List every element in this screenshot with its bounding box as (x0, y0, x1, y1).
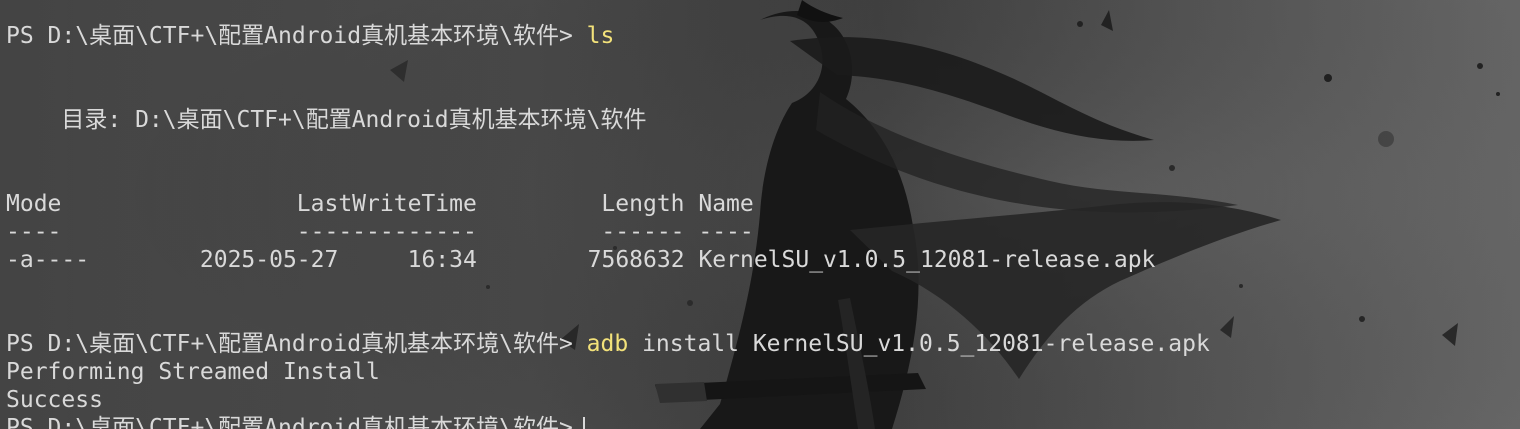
output-line: Performing Streamed Install (6, 359, 380, 385)
terminal-output: PS D:\桌面\CTF+\配置Android真机基本环境\软件> ls 目录:… (6, 22, 1520, 429)
table-header: Mode LastWriteTime Length Name (6, 191, 754, 217)
prompt-text: PS D:\桌面\CTF+\配置Android真机基本环境\软件> (6, 23, 573, 49)
mode-cell: -a---- (6, 247, 90, 273)
prompt-text: PS D:\桌面\CTF+\配置Android真机基本环境\软件> (6, 331, 573, 357)
table-row: -a---- 2025-05-27 16:34 7568632 KernelSU… (6, 246, 1520, 274)
output-line: Success (6, 387, 103, 413)
command-rest: install KernelSU_v1.0.5_12081-release.ap… (642, 331, 1210, 357)
current-prompt-line[interactable]: PS D:\桌面\CTF+\配置Android真机基本环境\软件> (6, 414, 1520, 429)
time-cell: 16:34 (407, 247, 477, 273)
directory-line: 目录: D:\桌面\CTF+\配置Android真机基本环境\软件 (6, 107, 647, 133)
terminal-window[interactable]: PS D:\桌面\CTF+\配置Android真机基本环境\软件> ls 目录:… (0, 0, 1520, 429)
prompt-text: PS D:\桌面\CTF+\配置Android真机基本环境\软件> (6, 415, 573, 429)
command-adb: adb (586, 331, 629, 357)
terminal-line-ls: PS D:\桌面\CTF+\配置Android真机基本环境\软件> ls (6, 22, 1520, 50)
terminal-line-adb: PS D:\桌面\CTF+\配置Android真机基本环境\软件> adb in… (6, 330, 1520, 358)
length-cell: 7568632 (587, 247, 685, 273)
command-ls: ls (586, 23, 615, 49)
table-divider: ---- ------------- ------ ---- (6, 219, 754, 245)
date-cell: 2025-05-27 (199, 247, 339, 273)
terminal-cursor[interactable] (582, 416, 585, 429)
name-cell: KernelSU_v1.0.5_12081-release.apk (698, 247, 1156, 273)
